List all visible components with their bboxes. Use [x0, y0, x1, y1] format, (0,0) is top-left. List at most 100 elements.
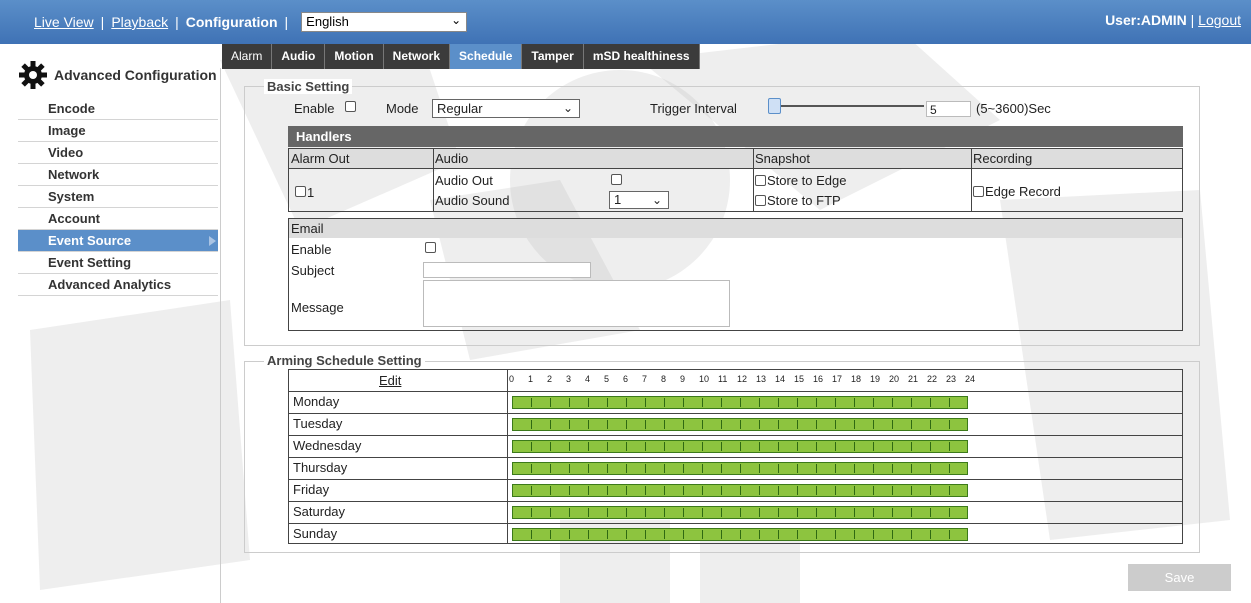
hour-tick: [550, 530, 551, 539]
audio-sound-select[interactable]: 1 ⌄: [609, 191, 669, 209]
hour-tick: [664, 398, 665, 407]
arrow-right-icon: [209, 236, 216, 246]
configuration-link[interactable]: Configuration: [186, 14, 278, 30]
schedule-bar[interactable]: [512, 440, 968, 453]
hour-label: 21: [908, 374, 919, 384]
schedule-bar[interactable]: [512, 462, 968, 475]
hour-tick: [740, 420, 741, 429]
store-edge-label: Store to Edge: [767, 173, 847, 188]
tab-audio[interactable]: Audio: [272, 44, 326, 69]
live-view-link[interactable]: Live View: [34, 14, 94, 30]
language-select[interactable]: English ⌄: [301, 12, 468, 32]
schedule-bar[interactable]: [512, 528, 968, 541]
alarm-out-label: 1: [307, 185, 315, 200]
hour-tick: [778, 420, 779, 429]
sidebar-item-account[interactable]: Account: [18, 208, 218, 230]
schedule-edit-link[interactable]: Edit: [379, 373, 401, 388]
hour-tick: [550, 442, 551, 451]
hour-tick: [721, 530, 722, 539]
save-button[interactable]: Save: [1128, 564, 1231, 591]
hour-tick: [930, 442, 931, 451]
header-row-divider: [289, 168, 1182, 169]
trigger-interval-slider[interactable]: [768, 98, 924, 114]
hour-tick: [702, 486, 703, 495]
store-ftp-label: Store to FTP: [767, 193, 841, 208]
sidebar-item-image[interactable]: Image: [18, 120, 218, 142]
schedule-bar[interactable]: [512, 506, 968, 519]
hour-tick: [645, 508, 646, 517]
hour-tick: [759, 442, 760, 451]
hour-tick: [740, 486, 741, 495]
hour-tick: [664, 420, 665, 429]
hour-tick: [930, 398, 931, 407]
hour-tick: [607, 508, 608, 517]
tab-alarm[interactable]: Alarm: [222, 44, 273, 69]
handlers-table: Alarm Out Audio Snapshot Recording 1 Aud…: [288, 148, 1183, 212]
sidebar-item-system[interactable]: System: [18, 186, 218, 208]
hour-tick: [569, 508, 570, 517]
hour-tick: [835, 442, 836, 451]
hour-tick: [930, 530, 931, 539]
hour-tick: [550, 508, 551, 517]
language-value: English: [306, 14, 349, 29]
hour-label: 11: [718, 374, 728, 384]
trigger-interval-input[interactable]: 5: [926, 101, 971, 117]
day-label: Wednesday: [293, 438, 362, 453]
mode-select[interactable]: Regular ⌄: [432, 99, 580, 118]
recording-header: Recording: [973, 151, 1033, 166]
alarm-out-checkbox[interactable]: [295, 186, 306, 197]
logout-link[interactable]: Logout: [1198, 12, 1241, 28]
hour-label: 17: [832, 374, 843, 384]
hour-label: 20: [889, 374, 900, 384]
sidebar-header: Advanced Configuration: [18, 58, 218, 92]
hour-tick: [835, 464, 836, 473]
tab-schedule[interactable]: Schedule: [450, 44, 523, 69]
schedule-bar[interactable]: [512, 396, 968, 409]
hour-tick: [588, 464, 589, 473]
sidebar-item-encode[interactable]: Encode: [18, 98, 218, 120]
sidebar-item-event-setting[interactable]: Event Setting: [18, 252, 218, 274]
tab-tamper[interactable]: Tamper: [522, 44, 584, 69]
edge-record-checkbox[interactable]: [973, 186, 984, 197]
hour-tick: [740, 508, 741, 517]
hour-tick: [664, 486, 665, 495]
hour-tick: [550, 420, 551, 429]
hour-tick: [911, 508, 912, 517]
enable-checkbox[interactable]: [345, 101, 356, 112]
hour-label: 6: [623, 374, 629, 384]
hour-tick: [797, 530, 798, 539]
basic-setting-legend: Basic Setting: [264, 79, 353, 94]
slider-thumb[interactable]: [768, 98, 781, 114]
trigger-interval-label: Trigger Interval: [650, 101, 737, 116]
column-divider: [753, 149, 754, 211]
sidebar-item-advanced-analytics[interactable]: Advanced Analytics: [18, 274, 218, 296]
hour-tick: [721, 464, 722, 473]
hour-tick: [740, 442, 741, 451]
hour-tick: [759, 486, 760, 495]
hour-tick: [702, 442, 703, 451]
audio-out-checkbox[interactable]: [611, 174, 622, 185]
email-enable-checkbox[interactable]: [425, 242, 436, 253]
hour-tick: [949, 420, 950, 429]
schedule-bar[interactable]: [512, 484, 968, 497]
playback-link[interactable]: Playback: [111, 14, 168, 30]
hour-tick: [797, 464, 798, 473]
sidebar-item-network[interactable]: Network: [18, 164, 218, 186]
sidebar-item-video[interactable]: Video: [18, 142, 218, 164]
sidebar-item-event-source[interactable]: Event Source: [18, 230, 218, 252]
hour-tick: [569, 420, 570, 429]
store-ftp-checkbox[interactable]: [755, 195, 766, 206]
hour-tick: [531, 420, 532, 429]
tab-motion[interactable]: Motion: [325, 44, 384, 69]
audio-out-label: Audio Out: [435, 173, 493, 188]
email-subject-input[interactable]: [423, 262, 591, 278]
store-edge-checkbox[interactable]: [755, 175, 766, 186]
tab-network[interactable]: Network: [384, 44, 451, 69]
day-label: Thursday: [293, 460, 348, 475]
hour-tick: [816, 442, 817, 451]
email-message-textarea[interactable]: [423, 280, 730, 327]
hour-tick: [531, 464, 532, 473]
hour-tick: [835, 508, 836, 517]
schedule-bar[interactable]: [512, 418, 968, 431]
tab-msd-healthiness[interactable]: mSD healthiness: [584, 44, 700, 69]
